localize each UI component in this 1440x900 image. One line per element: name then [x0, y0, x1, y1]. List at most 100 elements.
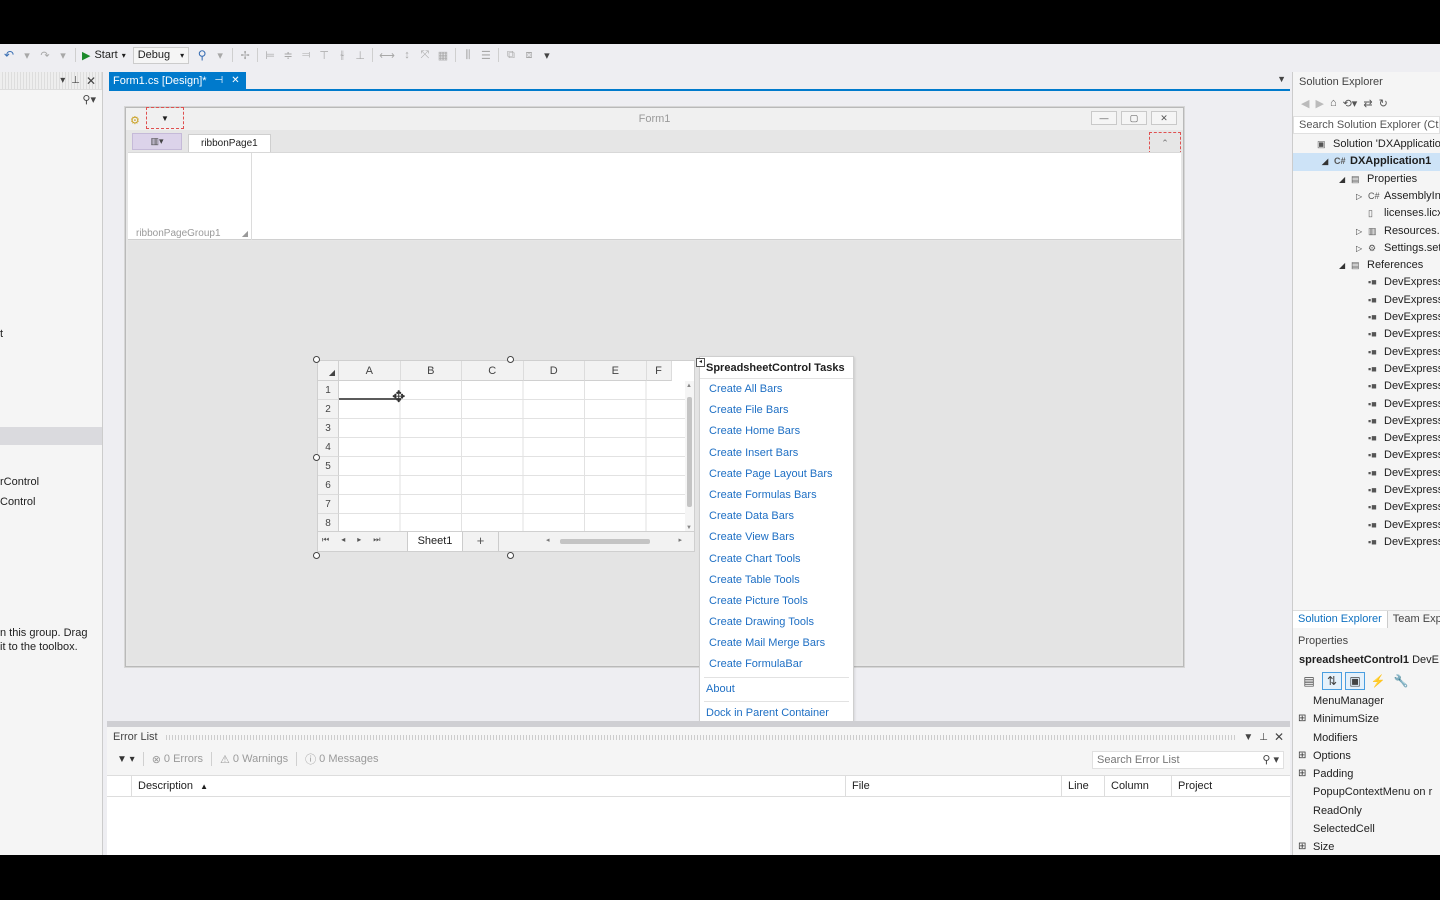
property-pages-icon[interactable]: 🔧 — [1391, 672, 1411, 690]
align-middles-icon[interactable]: ⫳ — [333, 46, 351, 64]
back-icon[interactable]: ◀ — [1301, 97, 1309, 110]
forward-icon[interactable]: ▶ — [1315, 97, 1323, 110]
selection-handle[interactable] — [507, 552, 514, 559]
property-row[interactable]: ReadOnly — [1293, 802, 1440, 820]
tab-overflow-icon[interactable]: ▼ — [1277, 74, 1286, 84]
close-icon[interactable]: ✕ — [231, 75, 239, 86]
expand-arrow-icon[interactable]: ▷ — [1356, 223, 1368, 240]
expand-arrow-icon[interactable]: ◢ — [1339, 257, 1351, 274]
error-list-search-input[interactable]: Search Error List ⚲ ▾ — [1092, 751, 1284, 769]
last-sheet-icon[interactable]: ⏭ — [373, 535, 380, 545]
ribbon-page-group[interactable]: ribbonPageGroup1 ◢ — [128, 153, 252, 240]
tree-item[interactable]: ▪■ DevExpress.U — [1293, 396, 1440, 413]
scroll-right-icon[interactable]: ▸ — [678, 536, 682, 544]
redo-dropdown-icon[interactable]: ▾ — [54, 46, 72, 64]
task-link[interactable]: Create FormulaBar — [700, 654, 853, 675]
column-header[interactable]: F — [646, 361, 672, 381]
expand-icon[interactable]: ⊞ — [1298, 747, 1306, 765]
task-link[interactable]: Create Formulas Bars — [700, 485, 853, 506]
bring-to-front-icon[interactable]: ⧉ — [502, 46, 520, 64]
pin-icon[interactable]: ⊥ — [1259, 732, 1268, 743]
start-button[interactable]: ▶ Start ▾ — [79, 46, 129, 64]
scroll-left-icon[interactable]: ◂ — [546, 536, 550, 544]
expand-icon[interactable]: ⊞ — [1298, 838, 1306, 855]
expand-arrow-icon[interactable]: ▷ — [1356, 188, 1368, 205]
column-header-project[interactable]: Project — [1171, 776, 1290, 797]
align-lefts-icon[interactable]: ⊨ — [261, 46, 279, 64]
column-header-line[interactable]: Line — [1061, 776, 1104, 797]
selection-handle[interactable] — [313, 356, 320, 363]
column-header-description[interactable]: Description ▲ — [131, 776, 846, 797]
column-header[interactable]: B — [400, 361, 462, 381]
redo-icon[interactable]: ↷ — [36, 46, 54, 64]
add-sheet-button[interactable]: + — [463, 532, 499, 551]
dropdown-icon[interactable]: ▼ — [1243, 732, 1253, 743]
make-same-size-icon[interactable]: ⤧ — [416, 46, 434, 64]
prev-sheet-icon[interactable]: ◂ — [341, 535, 345, 545]
send-to-back-icon[interactable]: ⧈ — [520, 46, 538, 64]
tree-item[interactable]: ▪■ DevExpress.F — [1293, 326, 1440, 343]
search-icon[interactable]: ⚲ ▾ — [1262, 752, 1279, 768]
filter-icon[interactable]: ▼ ▾ — [117, 754, 135, 765]
tree-item[interactable]: ▪■ DevExpress.C — [1293, 274, 1440, 291]
tree-item[interactable]: ▪■ DevExpress.X — [1293, 413, 1440, 430]
selection-handle[interactable] — [313, 552, 320, 559]
dropdown-icon[interactable]: ▾ — [60, 75, 65, 86]
tree-item[interactable]: ▪■ DevExpress.D — [1293, 292, 1440, 309]
tree-item[interactable]: ▪■ DevExpress.X — [1293, 482, 1440, 499]
column-header-file[interactable]: File — [845, 776, 1061, 797]
close-window-button[interactable]: ✕ — [1151, 111, 1177, 125]
sheet-tab[interactable]: Sheet1 — [407, 532, 463, 551]
about-link[interactable]: About — [700, 679, 853, 700]
tree-item[interactable]: ▷ ⚙ Settings.sett — [1293, 240, 1440, 257]
scroll-up-icon[interactable]: ▲ — [686, 383, 692, 389]
expand-icon[interactable]: ⊞ — [1298, 710, 1306, 728]
events-icon[interactable]: ⚡ — [1368, 672, 1388, 690]
dialog-launcher-icon[interactable]: ◢ — [242, 229, 248, 238]
tree-item[interactable]: ▪■ DevExpress.S — [1293, 378, 1440, 395]
task-link[interactable]: Create Mail Merge Bars — [700, 633, 853, 654]
warnings-filter-button[interactable]: ⚠ 0 Warnings — [220, 753, 288, 766]
tree-item[interactable]: ▪■ DevExpress.X — [1293, 465, 1440, 482]
vertical-spacing-icon[interactable]: ☰ — [477, 46, 495, 64]
selection-handle[interactable] — [507, 356, 514, 363]
align-bottoms-icon[interactable]: ⊥ — [351, 46, 369, 64]
task-link[interactable]: Create Data Bars — [700, 506, 853, 527]
pin-icon[interactable]: ⊥ — [71, 75, 80, 86]
tree-item[interactable]: ▪■ DevExpress.X — [1293, 447, 1440, 464]
search-icon[interactable]: ⚲▾ — [82, 93, 96, 106]
property-row[interactable]: MenuManager — [1293, 692, 1440, 710]
tree-item[interactable]: ▪■ DevExpress.X — [1293, 517, 1440, 534]
tab-form1-design[interactable]: Form1.cs [Design]* ⊣ ✕ — [109, 72, 246, 89]
close-icon[interactable]: ✕ — [1274, 730, 1284, 744]
task-link[interactable]: Create Insert Bars — [700, 443, 853, 464]
tree-item[interactable]: ▪■ DevExpress.F — [1293, 344, 1440, 361]
pin-icon[interactable]: ⊣ — [215, 75, 224, 86]
undo-icon[interactable]: ↶ — [0, 46, 18, 64]
select-all-corner[interactable]: ◢ — [318, 361, 339, 381]
tree-item[interactable]: ▣ Solution 'DXApplicatio — [1293, 136, 1440, 153]
categorized-icon[interactable]: ▤ — [1299, 672, 1319, 690]
home-icon[interactable]: ⌂ — [1330, 97, 1337, 109]
minimize-button[interactable]: — — [1091, 111, 1117, 125]
horizontal-scrollbar[interactable]: ◂ ▸ — [546, 537, 682, 546]
property-row[interactable]: ⊞ Padding — [1293, 765, 1440, 783]
solution-explorer-search-input[interactable]: Search Solution Explorer (Ct — [1293, 116, 1440, 134]
toolbox-selected-item[interactable] — [0, 427, 102, 445]
align-tops-icon[interactable]: ⊤ — [315, 46, 333, 64]
tree-item[interactable]: ▷ C# AssemblyInf — [1293, 188, 1440, 205]
row-header[interactable]: 1 — [318, 381, 339, 400]
undo-dropdown-icon[interactable]: ▾ — [18, 46, 36, 64]
vertical-scrollbar[interactable]: ▲ ▼ — [685, 381, 694, 533]
messages-filter-button[interactable]: ⓘ 0 Messages — [305, 751, 378, 767]
row-header[interactable]: 4 — [318, 438, 339, 457]
alphabetical-icon[interactable]: ⇅ — [1322, 672, 1342, 690]
task-link[interactable]: Create File Bars — [700, 400, 853, 421]
expand-arrow-icon[interactable]: ◢ — [1322, 153, 1334, 170]
row-header[interactable]: 3 — [318, 419, 339, 438]
property-row[interactable]: ⊞ Size — [1293, 838, 1440, 855]
expand-arrow-icon[interactable]: ◢ — [1339, 171, 1351, 188]
tree-item[interactable]: ▪■ DevExpress.X — [1293, 430, 1440, 447]
column-header-column[interactable]: Column — [1104, 776, 1171, 797]
row-header[interactable]: 5 — [318, 457, 339, 476]
